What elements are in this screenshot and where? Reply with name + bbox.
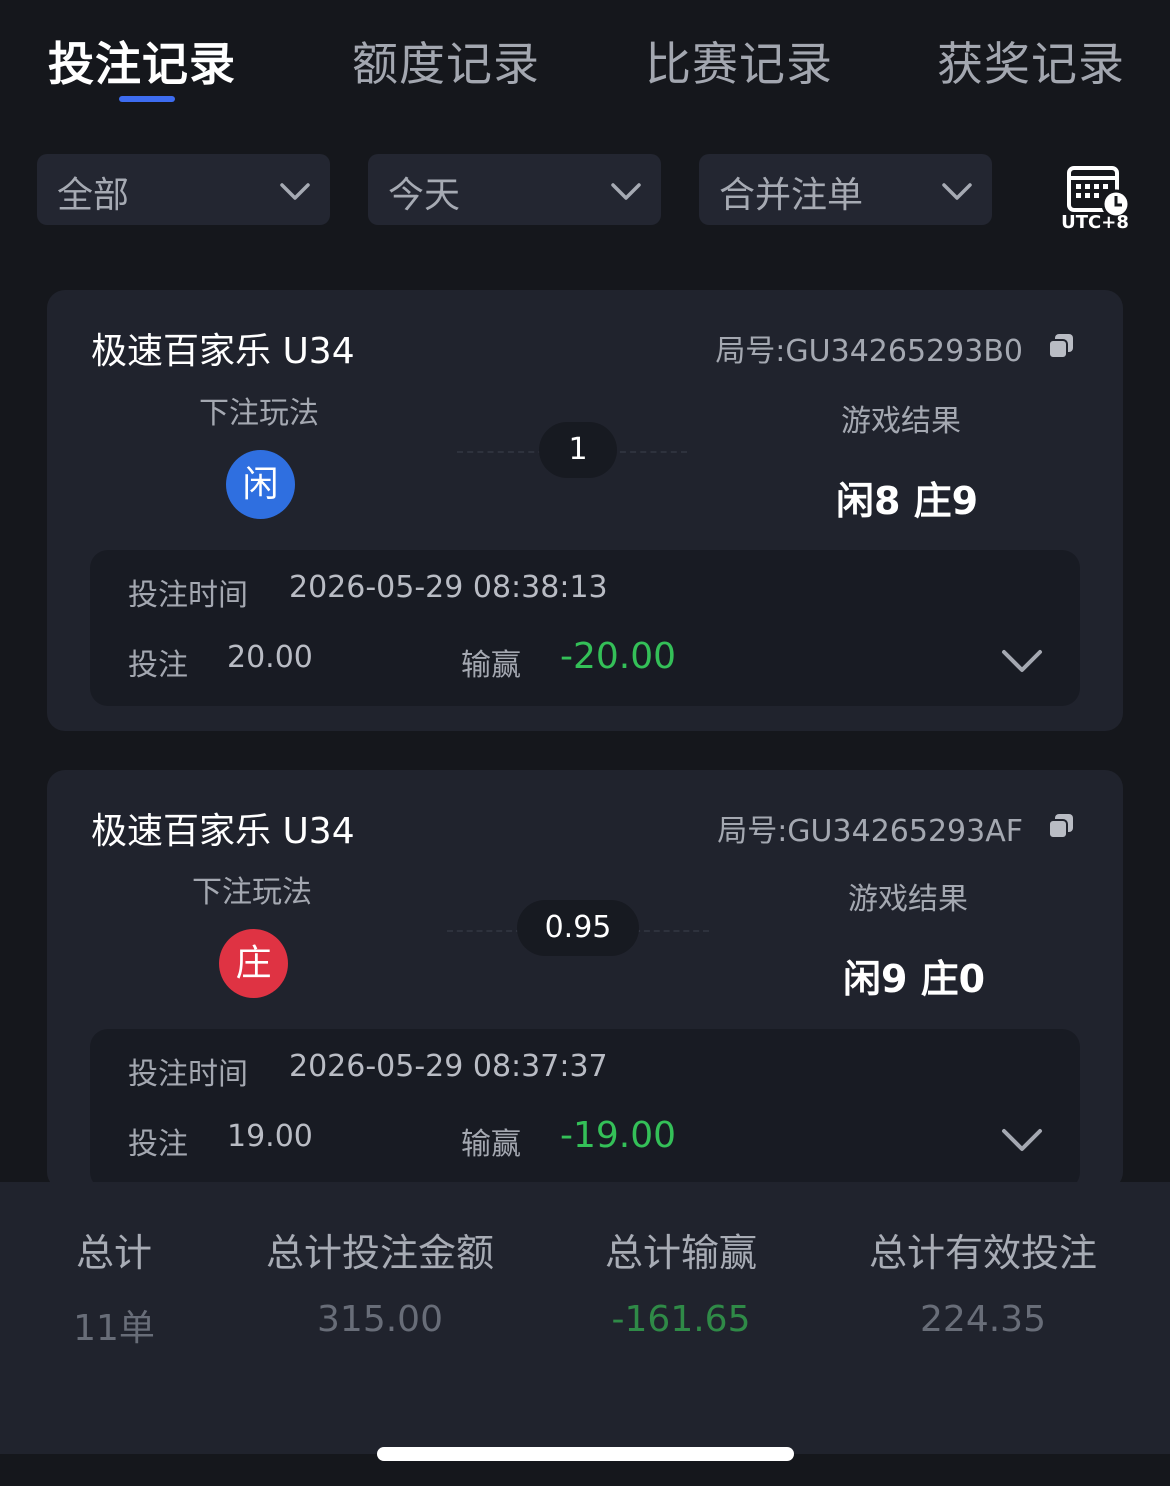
home-indicator[interactable] [377,1447,794,1461]
summary-valid-bet: 总计有效投注 224.35 [840,1222,1126,1340]
game-name: 极速百家乐 U34 [91,331,355,372]
date-dropdown[interactable]: 今天 [368,154,661,225]
bet-type-label: 下注玩法 [192,875,312,910]
bet-detail-panel: 投注时间 2026-05-29 08:37:37 投注 19.00 输赢 -19… [90,1029,1080,1190]
odds-badge: 0.95 [517,900,639,956]
bet-time-value: 2026-05-29 08:37:37 [289,1049,608,1084]
tab-bet-records[interactable]: 投注记录 [48,28,236,94]
chevron-down-icon [611,183,641,200]
summary-bar: 总计 11单 总计投注金额 315.00 总计输赢 -161.65 总计有效投注… [0,1182,1170,1454]
stake-label: 投注 [128,1127,188,1162]
chevron-down-icon [942,183,972,200]
bet-choice-badge: 庄 [219,929,288,998]
timezone-label: UTC+8 [1061,212,1129,233]
chevron-down-icon [280,183,310,200]
round-number: 局号:GU34265293AF [717,814,1023,849]
merge-dropdown[interactable]: 合并注单 [699,154,992,225]
bet-time-label: 投注时间 [128,578,248,613]
record-tabs: 投注记录 额度记录 比赛记录 获奖记录 [0,0,1170,110]
stake-label: 投注 [128,648,188,683]
bet-choice-badge: 闲 [226,450,295,519]
tab-match-records[interactable]: 比赛记录 [645,28,833,94]
category-dropdown[interactable]: 全部 [37,154,330,225]
category-dropdown-value: 全部 [57,175,130,216]
bet-time-label: 投注时间 [128,1057,248,1092]
bet-detail-panel: 投注时间 2026-05-29 08:38:13 投注 20.00 输赢 -20… [90,550,1080,706]
winloss-label: 输赢 [461,648,521,683]
game-result: 闲8 庄9 [836,479,979,523]
copy-icon[interactable] [1047,332,1075,360]
summary-count: 总计 11单 [44,1222,184,1351]
summary-total-winloss-value: -161.65 [611,1299,751,1340]
round-number: 局号:GU34265293B0 [715,334,1023,369]
odds-badge: 1 [539,422,617,478]
bet-record-card[interactable]: 极速百家乐 U34 局号:GU34265293B0 下注玩法 闲 1 游戏结果 … [47,290,1123,731]
bet-time-value: 2026-05-29 08:38:13 [289,570,608,605]
game-result: 闲9 庄0 [843,957,986,1001]
summary-total-bet: 总计投注金额 315.00 [240,1222,520,1340]
result-label: 游戏结果 [848,882,968,917]
bet-record-card[interactable]: 极速百家乐 U34 局号:GU34265293AF 下注玩法 庄 0.95 游戏… [47,770,1123,1190]
active-tab-indicator [119,96,175,102]
winloss-value: -20.00 [560,636,677,677]
merge-dropdown-value: 合并注单 [719,175,864,216]
summary-total-winloss: 总计输赢 -161.65 [580,1222,782,1340]
summary-count-label: 总计 [75,1231,152,1275]
game-name: 极速百家乐 U34 [91,811,355,852]
summary-total-winloss-label: 总计输赢 [604,1231,757,1275]
summary-count-value: 11单 [73,1308,155,1349]
summary-valid-bet-value: 224.35 [920,1299,1046,1340]
winloss-value: -19.00 [560,1115,677,1156]
stake-value: 20.00 [227,640,313,675]
copy-icon[interactable] [1047,812,1075,840]
summary-total-bet-label: 总计投注金额 [265,1231,494,1275]
date-dropdown-value: 今天 [388,175,461,216]
stake-value: 19.00 [227,1119,313,1154]
winloss-label: 输赢 [461,1127,521,1162]
expand-chevron-icon[interactable] [1000,646,1044,676]
summary-total-bet-value: 315.00 [317,1299,443,1340]
bet-type-label: 下注玩法 [199,396,319,431]
tab-credit-records[interactable]: 额度记录 [352,28,540,94]
tab-prize-records[interactable]: 获奖记录 [937,28,1125,94]
result-label: 游戏结果 [841,404,961,439]
expand-chevron-icon[interactable] [1000,1125,1044,1155]
summary-valid-bet-label: 总计有效投注 [868,1231,1097,1275]
